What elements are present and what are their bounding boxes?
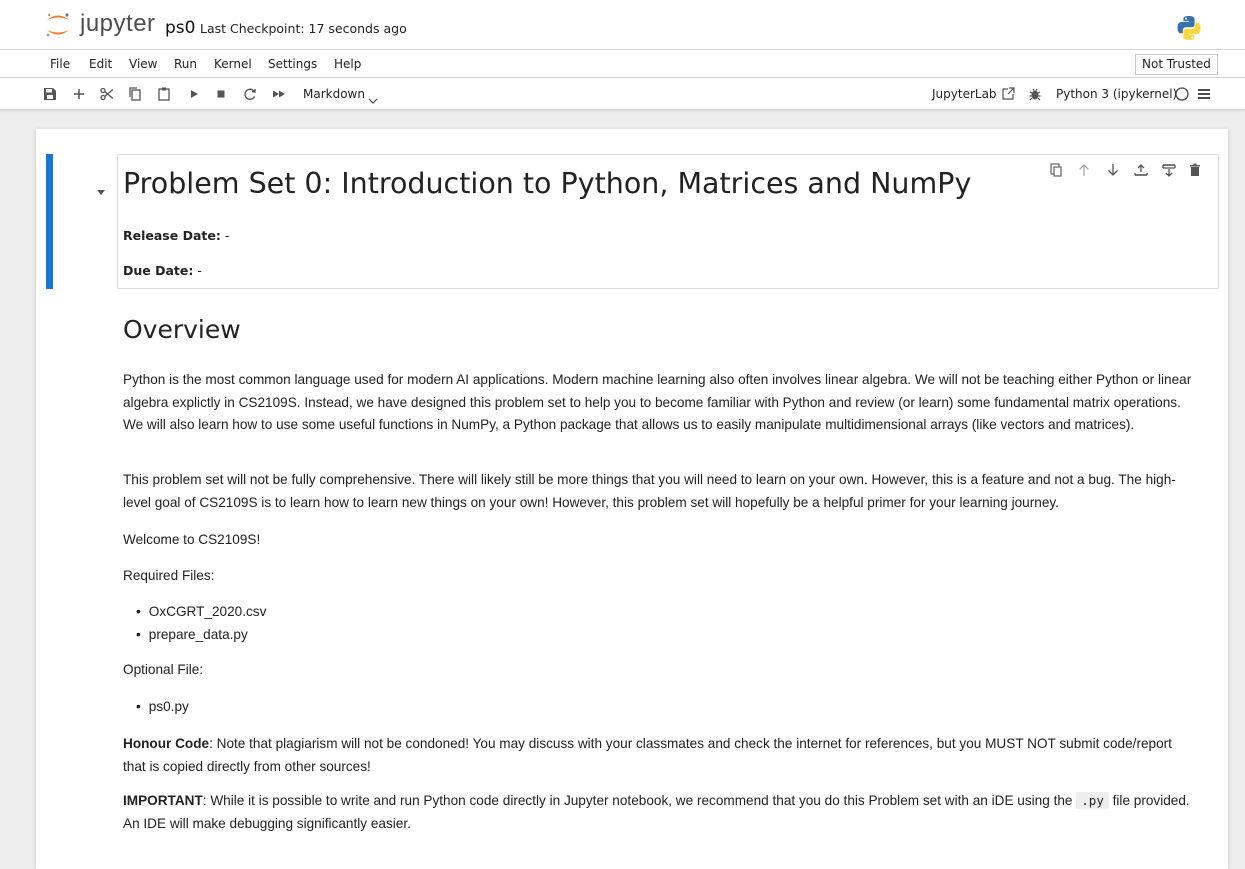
kernel-name-button[interactable]: Python 3 (ipykernel)	[1056, 87, 1177, 101]
chevron-down-icon[interactable]	[368, 90, 378, 104]
required-files-label: Required Files:	[123, 568, 215, 583]
release-date-label: Release Date:	[123, 228, 221, 243]
debugger-bug-icon[interactable]	[1027, 86, 1043, 102]
menu-run[interactable]: Run	[174, 57, 197, 71]
overview-heading: Overview	[123, 315, 241, 344]
menu-help[interactable]: Help	[334, 57, 361, 71]
menu-kernel[interactable]: Kernel	[214, 57, 252, 71]
important-text: : While it is possible to write and run …	[202, 793, 1077, 808]
release-date-value: -	[220, 228, 230, 243]
due-date-value: -	[193, 263, 202, 278]
last-checkpoint: Last Checkpoint: 17 seconds ago	[200, 21, 407, 36]
menu-file[interactable]: File	[50, 57, 70, 71]
welcome-text: Welcome to CS2109S!	[123, 532, 261, 547]
external-link-icon[interactable]	[1000, 86, 1016, 102]
save-icon[interactable]	[42, 86, 58, 102]
add-icon[interactable]	[71, 86, 87, 102]
due-date: Due Date: -	[123, 263, 202, 278]
notebook-name[interactable]: ps0	[165, 18, 195, 38]
notebook-panel: Problem Set 0: Introduction to Python, M…	[36, 129, 1228, 869]
honour-code-label: Honour Code	[123, 736, 210, 751]
menu-settings[interactable]: Settings	[268, 57, 317, 71]
optional-file-label: Optional File:	[123, 662, 204, 677]
menu-hamburger-icon[interactable]	[1196, 86, 1212, 102]
jupyter-logo-text[interactable]: jupyter	[80, 10, 156, 38]
notebook-title-heading: Problem Set 0: Introduction to Python, M…	[123, 167, 972, 200]
trust-status-button[interactable]: Not Trusted	[1135, 54, 1218, 75]
active-cell-collapser[interactable]	[46, 154, 53, 289]
menu-bar: File Edit View Run Kernel Settings Help …	[0, 50, 1245, 78]
release-date: Release Date: -	[123, 228, 229, 243]
cell-toolbar	[1048, 162, 1208, 178]
required-file-item: prepare_data.py	[136, 627, 248, 642]
delete-icon[interactable]	[1187, 162, 1203, 178]
move-up-icon[interactable]	[1076, 162, 1092, 178]
stop-icon[interactable]	[213, 86, 229, 102]
collapse-heading-caret-icon[interactable]	[96, 181, 106, 195]
cut-icon[interactable]	[99, 86, 115, 102]
honour-code-text: : Note that plagiarism will not be condo…	[123, 736, 1172, 774]
menu-view[interactable]: View	[129, 57, 157, 71]
honour-code-paragraph: Honour Code: Note that plagiarism will n…	[123, 733, 1198, 778]
paste-icon[interactable]	[156, 86, 172, 102]
insert-above-icon[interactable]	[1133, 162, 1149, 178]
overview-paragraph-1: Python is the most common language used …	[123, 372, 1192, 432]
run-icon[interactable]	[186, 86, 202, 102]
inline-code: .py	[1076, 792, 1109, 809]
open-in-jupyterlab-link[interactable]: JupyterLab	[932, 87, 997, 101]
notebook-toolbar: Markdown JupyterLab Python 3 (ipykernel)	[0, 78, 1245, 110]
important-paragraph: IMPORTANT: While it is possible to write…	[123, 790, 1198, 835]
required-file-item: OxCGRT_2020.csv	[136, 604, 267, 619]
menu-edit[interactable]: Edit	[89, 57, 112, 71]
duplicate-icon[interactable]	[1048, 162, 1064, 178]
python-logo-icon	[1176, 15, 1202, 41]
top-bar: jupyter ps0 Last Checkpoint: 17 seconds …	[0, 0, 1245, 50]
important-label: IMPORTANT	[123, 793, 203, 808]
restart-icon[interactable]	[242, 86, 258, 102]
insert-below-icon[interactable]	[1161, 162, 1177, 178]
jupyter-logo-icon[interactable]	[44, 12, 72, 38]
cell-type-select[interactable]: Markdown	[303, 87, 365, 101]
optional-file-item: ps0.py	[136, 699, 189, 714]
overview-paragraph-2: This problem set will not be fully compr…	[123, 472, 1176, 510]
kernel-status-idle-icon	[1174, 86, 1190, 102]
due-date-label: Due Date:	[123, 263, 194, 278]
copy-icon[interactable]	[127, 86, 143, 102]
move-down-icon[interactable]	[1105, 162, 1121, 178]
fast-forward-icon[interactable]	[271, 86, 287, 102]
